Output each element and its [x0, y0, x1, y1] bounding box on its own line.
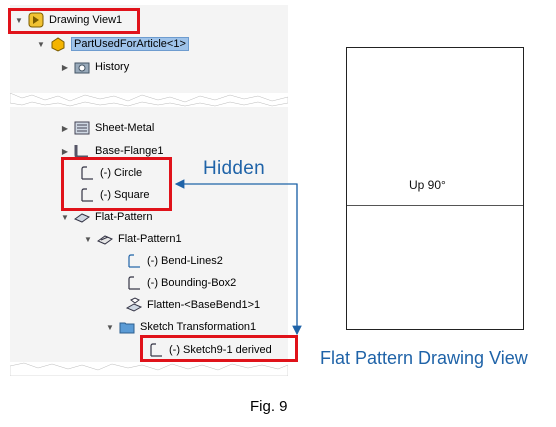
flat-pattern-drawing-view[interactable]: Up 90°: [346, 47, 524, 330]
figure-label: Fig. 9: [250, 398, 288, 415]
bend-note: Up 90°: [409, 178, 446, 192]
bend-line: [347, 205, 523, 206]
hidden-annotation-label: Hidden: [203, 158, 266, 179]
drawing-view-caption: Flat Pattern Drawing View: [320, 348, 528, 368]
